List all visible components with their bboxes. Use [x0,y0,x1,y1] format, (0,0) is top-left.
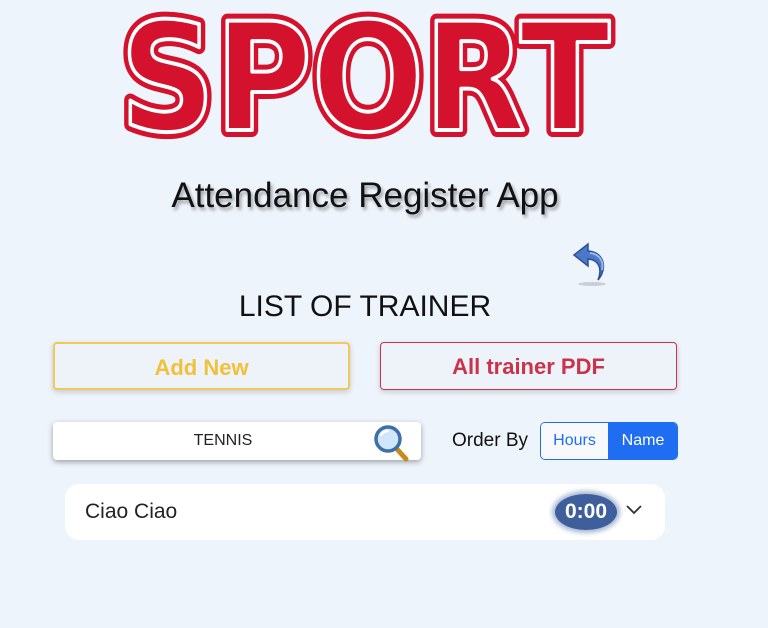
add-new-button[interactable]: Add New [53,342,350,390]
order-name-option[interactable]: Name [609,423,677,459]
page-title: LIST OF TRAINER [238,290,492,323]
trainer-list-item[interactable]: Ciao Ciao 0:00 [65,484,665,540]
hours-badge: 0:00 [555,494,617,530]
sport-logo: SPORT SPORT [113,8,617,154]
magnifier-icon[interactable] [371,423,411,463]
back-button[interactable] [568,240,614,288]
trainer-name: Ciao Ciao [85,500,178,523]
all-trainer-pdf-button[interactable]: All trainer PDF [380,342,677,390]
svg-text:SPORT: SPORT [120,8,610,154]
undo-arrow-icon [572,242,606,286]
order-by-toggle: Hours Name [540,422,678,460]
search-input[interactable] [53,422,393,460]
order-by-label: Order By [452,430,529,451]
chevron-down-icon[interactable] [625,502,643,516]
app-title: Attendance Register App [171,176,559,215]
order-hours-option[interactable]: Hours [541,423,609,459]
search-box [53,422,421,463]
